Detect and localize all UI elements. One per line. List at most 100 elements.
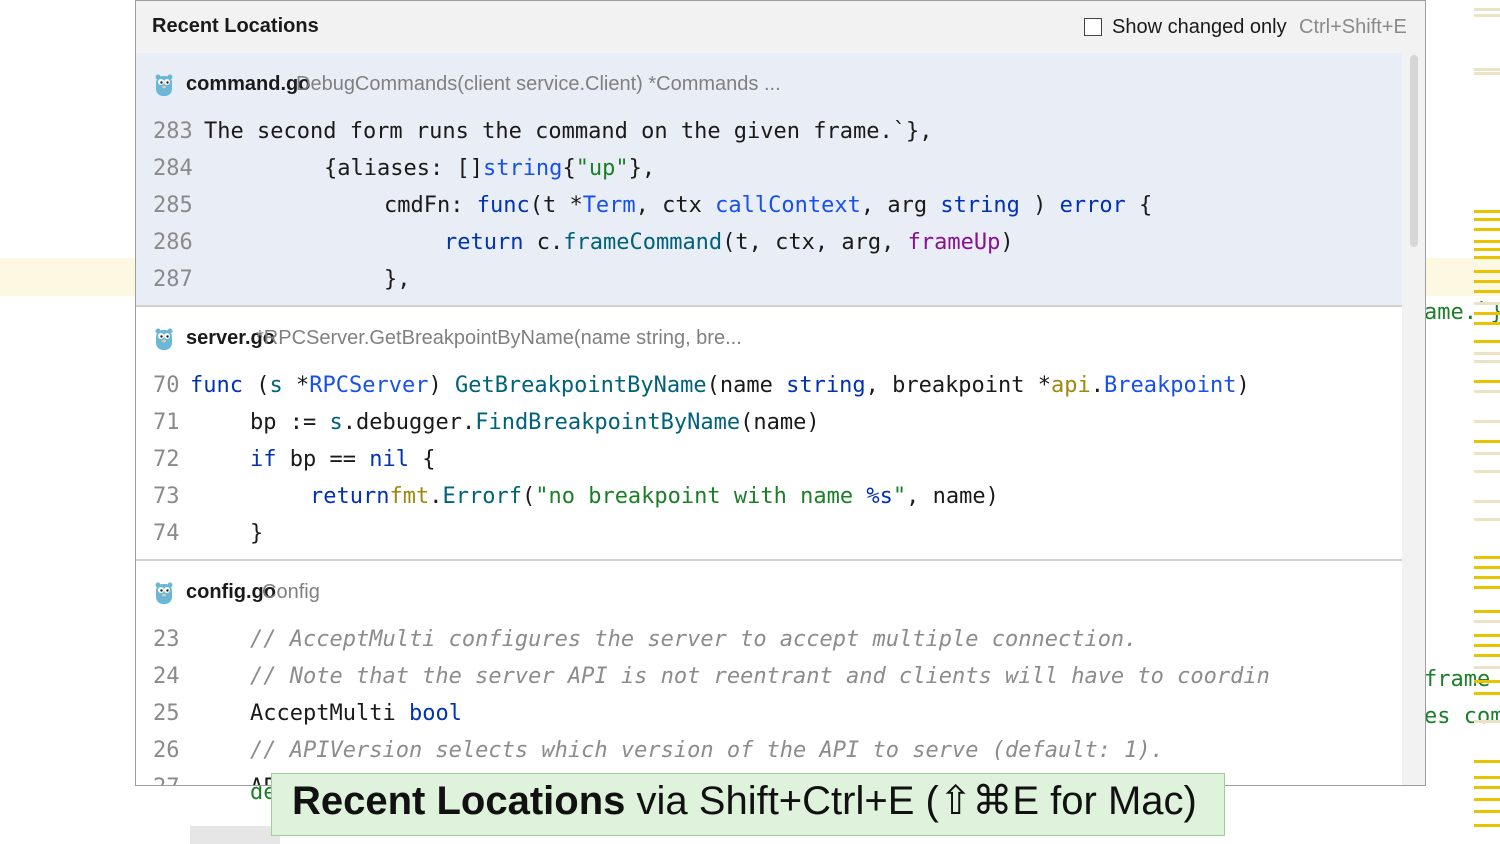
- popup-vertical-scrollbar[interactable]: [1402, 53, 1425, 785]
- code-line: 286 return c.frameCommand(t, ctx, arg, fr…: [136, 224, 1402, 261]
- line-number: 286: [153, 230, 193, 255]
- line-number: 24: [153, 664, 180, 689]
- show-changed-only-label[interactable]: Show changed only: [1112, 16, 1287, 39]
- code-token: {: [408, 447, 436, 472]
- code-token: .: [1090, 373, 1105, 398]
- code-token: ): [428, 373, 455, 398]
- line-number: 26: [153, 738, 180, 763]
- scrollbar-thumb[interactable]: [1410, 55, 1418, 247]
- code-token: , name): [906, 484, 999, 509]
- code-line: 26 // APIVersion selects which version of…: [136, 732, 1402, 769]
- code-token: , arg: [860, 193, 941, 218]
- code-token: (t *: [529, 193, 583, 218]
- go-file-icon: [154, 581, 174, 605]
- line-code: // AcceptMulti configures the server to …: [250, 621, 1137, 658]
- code-token: frameCommand: [563, 230, 723, 255]
- line-number: 25: [153, 701, 180, 726]
- code-line: 284 {aliases: []string{"up"},: [136, 150, 1402, 187]
- entry-context: Config: [262, 581, 320, 603]
- caption-rest: via Shift+Ctrl+E (⇧⌘E for Mac): [625, 779, 1197, 823]
- line-number: 72: [153, 447, 180, 472]
- line-code: },: [384, 261, 411, 298]
- code-token: %s: [866, 484, 893, 509]
- code-token: ): [1019, 193, 1060, 218]
- line-code: cmdFn: func(t *Term, ctx callContext, ar…: [384, 187, 1152, 224]
- code-token: {: [562, 156, 576, 181]
- line-number: 23: [153, 627, 180, 652]
- code-token: *: [282, 373, 310, 398]
- code-token: (: [242, 373, 270, 398]
- line-code: The second form runs the command on the …: [204, 113, 932, 150]
- location-entry[interactable]: command.go DebugCommands(client service.C…: [136, 53, 1402, 305]
- line-code: {aliases: []string{"up"},: [324, 150, 655, 187]
- line-number: 285: [153, 193, 193, 218]
- line-code: // APIVersion selects which version of t…: [250, 732, 1164, 769]
- recent-locations-popup: Recent Locations Show changed only Ctrl+…: [135, 0, 1426, 786]
- code-token: return: [444, 230, 524, 255]
- code-line: 25 AcceptMulti bool: [136, 695, 1402, 732]
- caption-text: Recent Locations via Shift+Ctrl+E (⇧⌘E f…: [292, 778, 1197, 824]
- location-entry[interactable]: config.go Config 23// AcceptMulti configur…: [136, 561, 1402, 785]
- code-token: , ctx: [635, 193, 716, 218]
- code-token: },: [628, 156, 656, 181]
- code-token: RPCServer: [309, 373, 429, 398]
- line-code: returnfmt.Errorf("no breakpoint with nam…: [310, 478, 999, 515]
- code-token: The second form runs the command on the …: [204, 119, 933, 144]
- line-number: 283: [153, 119, 193, 144]
- entry-code-preview: 70 func (s *RPCServer) GetBreakpointByNam…: [136, 367, 1402, 552]
- code-line: 74}: [136, 515, 1402, 552]
- code-line: 73 returnfmt.Errorf("no breakpoint with n…: [136, 478, 1402, 515]
- code-token: // AcceptMulti configures the server to …: [250, 627, 1138, 652]
- line-code: bp := s.debugger.FindBreakpointByName(na…: [250, 404, 820, 441]
- go-file-icon: [154, 73, 174, 97]
- code-token: c.: [523, 230, 564, 255]
- code-token: debugger.: [355, 410, 476, 435]
- code-token: AcceptMulti: [250, 701, 409, 726]
- code-token: // Note that the server API is not reent…: [250, 664, 1270, 689]
- code-line: 283 The second form runs the command on t…: [136, 113, 1402, 150]
- code-token: (t, ctx, arg,: [722, 230, 908, 255]
- code-token: (: [521, 484, 536, 509]
- show-changed-only-checkbox[interactable]: [1084, 18, 1102, 36]
- show-changed-only-shortcut: Ctrl+Shift+E: [1299, 16, 1407, 38]
- code-token: ": [892, 484, 907, 509]
- code-token: s: [329, 410, 343, 435]
- caption-bold: Recent Locations: [292, 779, 626, 823]
- code-token: s: [269, 373, 283, 398]
- code-token: ): [1000, 230, 1014, 255]
- line-code: func (s *RPCServer) GetBreakpointByName(…: [190, 367, 1250, 404]
- line-number: 73: [153, 484, 180, 509]
- code-token: {aliases: []: [324, 156, 483, 181]
- caption-banner: Recent Locations via Shift+Ctrl+E (⇧⌘E f…: [271, 773, 1225, 836]
- code-token: api: [1051, 373, 1091, 398]
- line-number: 284: [153, 156, 193, 181]
- code-token: },: [384, 267, 411, 292]
- line-code: if bp == nil {: [250, 441, 435, 478]
- code-token: .: [342, 410, 356, 435]
- code-token: , breakpoint *: [865, 373, 1052, 398]
- line-code: // Note that the server API is not reent…: [250, 658, 1270, 695]
- code-line: 287},: [136, 261, 1402, 298]
- code-token: bool: [408, 701, 462, 726]
- location-entry[interactable]: server.go *RPCServer.GetBreakpointByName(…: [136, 307, 1402, 559]
- code-token: bp ==: [276, 447, 370, 472]
- editor-error-stripe[interactable]: [1474, 0, 1500, 844]
- code-token: Term: [582, 193, 636, 218]
- code-token: cmdFn:: [384, 193, 477, 218]
- line-number: 70: [153, 373, 180, 398]
- code-token: ): [1236, 373, 1250, 398]
- code-line: 71 bp := s.debugger.FindBreakpointByName(…: [136, 404, 1402, 441]
- code-token: "no breakpoint with name: [535, 484, 867, 509]
- line-code: }: [250, 515, 263, 552]
- code-token: nil: [369, 447, 409, 472]
- line-code: AcceptMulti bool: [250, 695, 462, 732]
- code-token: frameUp: [907, 230, 1001, 255]
- editor-horizontal-scrollbar[interactable]: [190, 826, 280, 844]
- code-token: .: [429, 484, 443, 509]
- line-number: 74: [153, 521, 180, 546]
- code-token: string: [940, 193, 1020, 218]
- code-token: }: [250, 521, 264, 546]
- code-token: Errorf: [442, 484, 522, 509]
- code-token: func: [190, 373, 243, 398]
- popup-header: Recent Locations Show changed only Ctrl+…: [136, 1, 1425, 53]
